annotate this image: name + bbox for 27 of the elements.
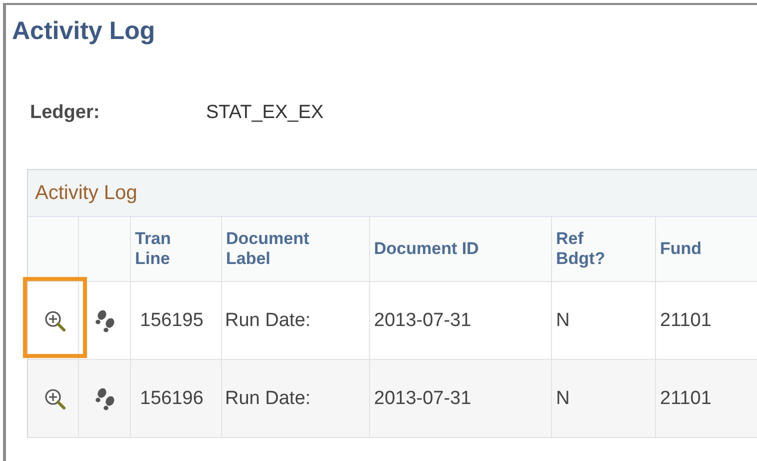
detail-button[interactable] xyxy=(44,388,66,410)
column-header: Ref Bdgt? xyxy=(556,228,606,270)
detail-button[interactable] xyxy=(44,310,66,332)
column-header: Document ID xyxy=(374,238,479,260)
zoom-in-icon xyxy=(44,310,66,332)
table-cell: Run Date: xyxy=(225,310,311,332)
grid-title: Activity Log xyxy=(35,182,138,204)
drill-button[interactable] xyxy=(95,308,117,332)
table-cell: 2013-07-31 xyxy=(374,310,472,332)
table-cell: 2013-07-31 xyxy=(374,388,472,410)
table-cell: N xyxy=(556,388,570,410)
table-cell: N xyxy=(556,310,570,332)
table-cell: 21101 xyxy=(660,388,712,410)
drill-button[interactable] xyxy=(95,386,117,410)
column-header: Tran Line xyxy=(135,228,172,270)
footprints-icon xyxy=(95,386,117,410)
zoom-in-icon xyxy=(44,388,66,410)
table-cell: 156195 xyxy=(140,310,204,332)
table-cell: Run Date: xyxy=(225,388,311,410)
ledger-label: Ledger: xyxy=(30,102,101,124)
ledger-value: STAT_EX_EX xyxy=(206,102,324,124)
table-cell: 156196 xyxy=(140,388,204,410)
column-header: Fund xyxy=(660,238,702,260)
page-title: Activity Log xyxy=(12,17,156,46)
column-header: Document Label xyxy=(226,228,310,270)
table-cell: 21101 xyxy=(660,310,712,332)
footprints-icon xyxy=(95,308,117,332)
